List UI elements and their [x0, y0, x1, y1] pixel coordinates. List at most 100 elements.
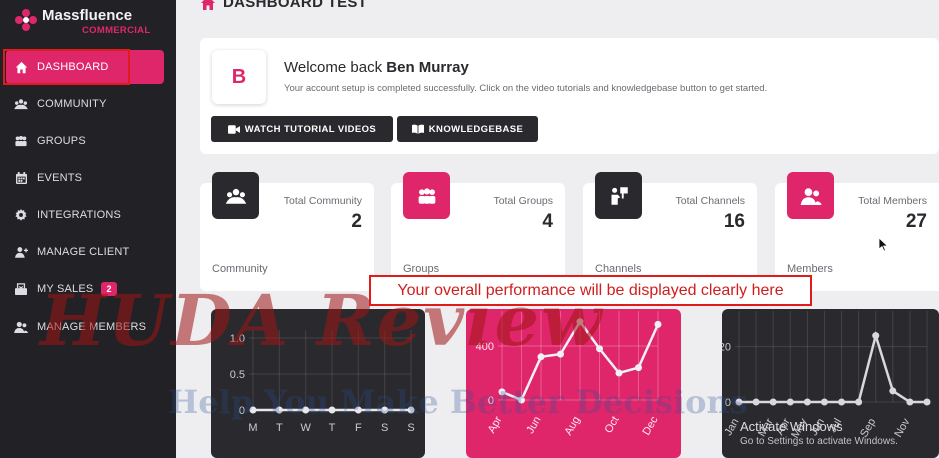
monthly-chart-card: 400 0 Apr Jun Aug Oct Dec — [466, 309, 681, 458]
stat-label: Total Members — [858, 195, 927, 207]
stat-label: Total Channels — [675, 195, 745, 207]
x-tick-label: Jul — [827, 417, 844, 435]
x-tick-label: Jun — [808, 417, 827, 438]
weekly-chart-card: 1.0 0.5 0 M T W T F S S — [211, 309, 425, 458]
user-icon — [14, 245, 28, 259]
sidebar-item-label: GROUPS — [37, 135, 86, 147]
sidebar-item-label: MANAGE MEMBERS — [37, 321, 147, 333]
sales-count-badge: 2 — [101, 282, 117, 296]
data-point — [596, 345, 603, 353]
x-tick-label: S — [407, 422, 414, 434]
data-point — [576, 318, 584, 326]
community-icon — [14, 97, 28, 111]
welcome-title: Welcome back Ben Murray — [284, 59, 469, 76]
sidebar-item-label: MY SALES — [37, 283, 94, 295]
stat-value: 2 — [351, 211, 362, 232]
x-tick-label: Jan — [722, 417, 741, 438]
data-point — [855, 398, 863, 406]
sidebar-item-events[interactable]: EVENTS — [0, 161, 176, 195]
avatar: B — [212, 50, 266, 104]
x-tick-label: Aug — [562, 415, 582, 438]
x-tick-label: S — [381, 422, 388, 434]
y-tick-label: 400 — [476, 341, 494, 353]
data-point — [820, 398, 828, 406]
yearly-chart-card: 200JanMarAprMayJunJulSepNov — [722, 309, 939, 458]
x-tick-label: F — [355, 422, 362, 434]
knowledgebase-button[interactable]: KNOWLEDGEBASE — [397, 116, 538, 142]
x-tick-label: Mar — [756, 416, 776, 439]
data-point — [735, 398, 743, 406]
mouse-cursor-icon — [879, 238, 889, 252]
data-point — [557, 350, 564, 358]
data-point — [498, 388, 506, 396]
y-tick-label: 0 — [725, 397, 731, 409]
y-tick-label: 0 — [488, 395, 494, 407]
users-icon — [14, 320, 28, 334]
data-point — [354, 406, 362, 414]
sidebar-item-label: EVENTS — [37, 172, 83, 184]
stat-value: 27 — [905, 211, 927, 232]
sidebar-item-my-sales[interactable]: MY SALES 2 — [0, 272, 176, 306]
data-point — [328, 406, 336, 414]
data-point — [769, 398, 777, 406]
home-icon — [14, 60, 28, 74]
sidebar-item-label: INTEGRATIONS — [37, 209, 122, 221]
data-point — [635, 364, 642, 372]
welcome-card: B Welcome back Ben Murray Your account s… — [200, 38, 939, 154]
stat-value: 4 — [542, 211, 553, 232]
welcome-user-name: Ben Murray — [386, 59, 469, 76]
logo[interactable]: Massfluence COMMERCIAL — [12, 6, 162, 40]
data-point — [537, 353, 545, 361]
knowledgebase-label: KNOWLEDGEBASE — [428, 123, 524, 135]
stat-value: 16 — [723, 211, 745, 232]
data-point — [275, 406, 283, 414]
app-name: Massfluence — [42, 7, 133, 24]
sidebar-item-groups[interactable]: GROUPS — [0, 124, 176, 158]
stat-card-community: Total Community 2 Community — [200, 172, 374, 291]
stat-footer: Channels — [595, 263, 642, 275]
weekly-chart: 1.0 0.5 0M T W T F S S — [230, 330, 415, 434]
logo-mark-icon — [15, 9, 37, 31]
home-icon — [201, 0, 215, 10]
sidebar-item-manage-members[interactable]: MANAGE MEMBERS — [0, 310, 176, 344]
x-tick-label: Dec — [640, 414, 660, 437]
sidebar-item-label: COMMUNITY — [37, 98, 107, 110]
y-tick-label: 0.5 — [230, 369, 245, 381]
groups-icon — [403, 172, 450, 219]
sales-icon — [14, 282, 28, 296]
app-subname: COMMERCIAL — [82, 25, 151, 36]
data-point — [923, 398, 931, 406]
data-point — [872, 332, 880, 340]
calendar-icon — [14, 171, 28, 185]
watch-tutorial-videos-label: WATCH TUTORIAL VIDEOS — [244, 123, 377, 135]
y-tick-label: 1.0 — [230, 333, 245, 345]
x-tick-label: W — [300, 422, 311, 434]
sidebar-item-integrations[interactable]: INTEGRATIONS — [0, 198, 176, 232]
data-point — [786, 398, 794, 406]
stat-footer: Members — [787, 263, 833, 275]
channel-icon — [595, 172, 642, 219]
gear-icon — [14, 208, 28, 222]
data-point — [838, 398, 846, 406]
stat-footer: Groups — [403, 263, 440, 275]
stat-label: Total Community — [283, 195, 362, 207]
sidebar: Massfluence COMMERCIAL DASHBOARD COMMUNI… — [0, 0, 176, 458]
sidebar-item-community[interactable]: COMMUNITY — [0, 87, 176, 121]
x-tick-label: May — [789, 416, 810, 440]
data-point — [381, 406, 389, 414]
data-point — [249, 406, 257, 414]
book-icon — [411, 124, 424, 134]
groups-icon — [14, 134, 28, 148]
users-icon — [787, 172, 834, 219]
watch-tutorial-videos-button[interactable]: WATCH TUTORIAL VIDEOS — [211, 116, 393, 142]
data-point — [906, 398, 914, 406]
data-point — [752, 398, 760, 406]
data-point — [302, 406, 310, 414]
data-point — [889, 387, 897, 395]
sidebar-item-dashboard[interactable]: DASHBOARD — [6, 50, 164, 84]
yearly-chart: 200JanMarAprMayJunJulSepNov — [722, 311, 931, 440]
x-tick-label: Jun — [524, 415, 543, 436]
sidebar-item-manage-client[interactable]: MANAGE CLIENT — [0, 235, 176, 269]
x-tick-label: Apr — [486, 414, 505, 435]
series-line — [739, 331, 927, 404]
